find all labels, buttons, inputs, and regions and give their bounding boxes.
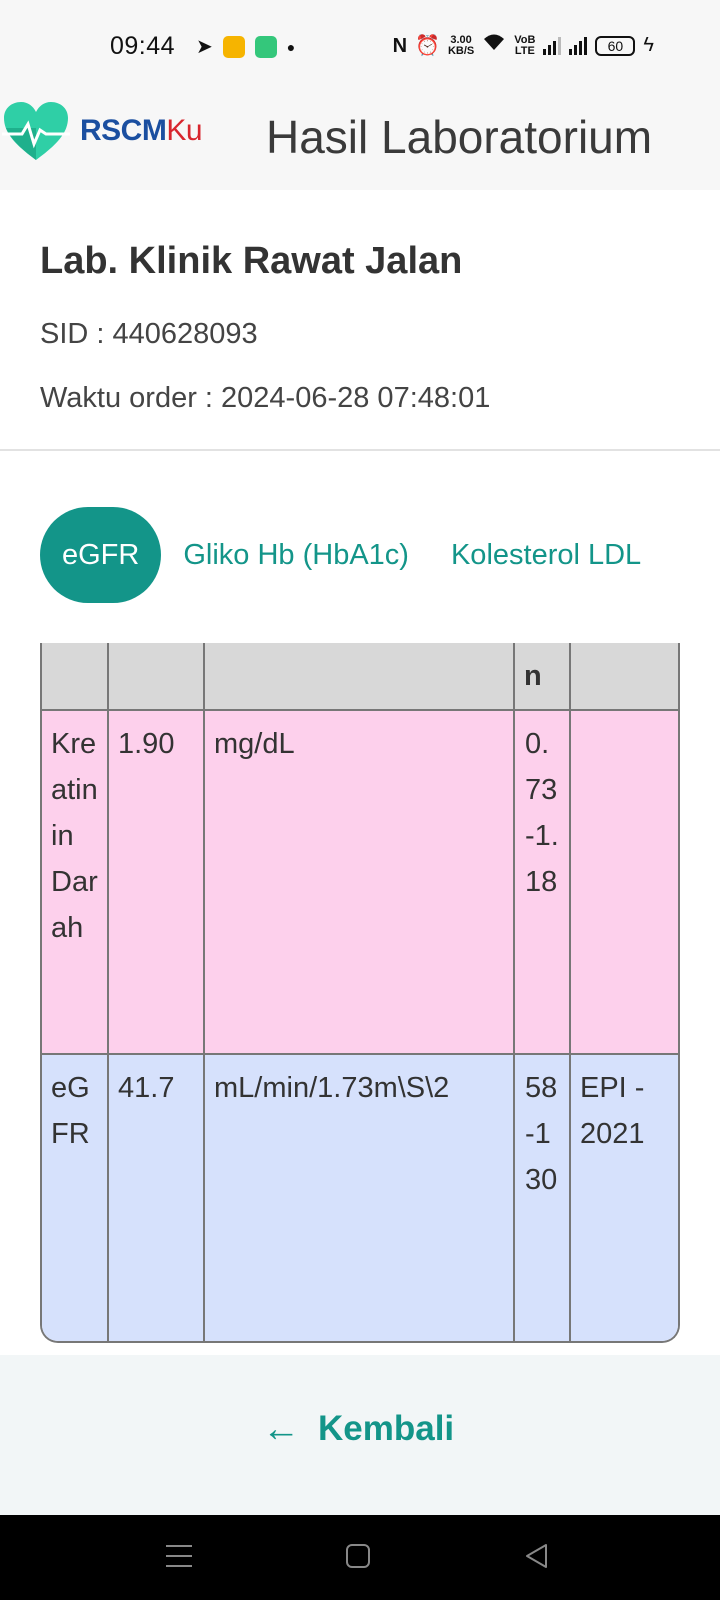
- volte-label-top: VoB: [514, 33, 536, 46]
- table-header-cell: [203, 643, 515, 711]
- nfc-icon: N: [392, 34, 408, 57]
- back-button[interactable]: ← Kembali: [262, 1409, 454, 1449]
- tab-egfr[interactable]: eGFR: [40, 507, 162, 603]
- table-row: Kreatinin Darah 1.90 mg/dL 0.73-1.18: [42, 709, 678, 1055]
- signal-icon: [543, 36, 562, 55]
- arrow-left-icon: ←: [262, 1408, 300, 1450]
- results-table[interactable]: n Kreatinin Darah 1.90 mg/dL 0.73-1.18 e…: [40, 643, 680, 1343]
- sample-id: SID : 440628093: [40, 318, 258, 350]
- alarm-icon: ⏰: [415, 34, 440, 57]
- result-value-cell: 41.7: [107, 1053, 205, 1341]
- method-cell: EPI - 2021: [569, 1053, 678, 1341]
- tab-hba1c[interactable]: Gliko Hb (HbA1c): [183, 539, 409, 572]
- result-value-cell: 1.90: [107, 709, 205, 1055]
- unit-cell: mL/min/1.73m\S\2: [203, 1053, 515, 1341]
- net-speed-value: 3.00: [450, 33, 472, 46]
- volte-label-bottom: LTE: [514, 44, 535, 57]
- table-header-row: n: [42, 643, 678, 711]
- volte-indicator: VoB LTE: [514, 33, 536, 57]
- reference-range-cell: 0.73-1.18: [513, 709, 571, 1055]
- unit-cell: mg/dL: [203, 709, 515, 1055]
- app-badge-icon: [222, 36, 245, 58]
- telegram-icon: ➤: [196, 36, 213, 58]
- status-right-icons: N ⏰ 3.00 KB/S VoB LTE 60 ϟ: [393, 32, 654, 59]
- status-bar: 09:44 ➤ ● N ⏰ 3.00 KB/S VoB LTE 60 ϟ: [0, 0, 720, 92]
- divider: [0, 449, 720, 451]
- battery-indicator: 60: [595, 35, 636, 56]
- test-tabs: eGFR Gliko Hb (HbA1c) Kolesterol LDL: [40, 507, 641, 603]
- heart-logo-icon: [2, 102, 70, 160]
- battery-saver-icon: [254, 36, 277, 58]
- recents-menu-icon[interactable]: [166, 1545, 192, 1567]
- method-cell: [569, 709, 678, 1055]
- lab-name: Lab. Klinik Rawat Jalan: [40, 240, 463, 282]
- charging-icon: ϟ: [643, 34, 654, 56]
- test-name-cell: Kreatinin Darah: [42, 709, 109, 1055]
- system-nav-bar: [0, 1515, 720, 1600]
- net-speed-unit: KB/S: [447, 44, 475, 57]
- table-header-cell: [107, 643, 205, 711]
- table-header-cell: [42, 643, 109, 711]
- logo-ku: Ku: [166, 114, 203, 147]
- status-left-icons: ➤ ●: [196, 34, 295, 60]
- home-icon[interactable]: [346, 1544, 370, 1568]
- table-row: eGFR 41.7 mL/min/1.73m\S\2 58-130 EPI - …: [42, 1053, 678, 1341]
- test-name-cell: eGFR: [42, 1053, 109, 1341]
- logo-rscm: RSCM: [80, 114, 167, 147]
- table-header-cell: [569, 643, 678, 711]
- status-time: 09:44: [110, 32, 176, 60]
- order-time: Waktu order : 2024-06-28 07:48:01: [40, 382, 491, 414]
- back-triangle-icon[interactable]: [522, 1542, 550, 1570]
- app-header: RSCMKu Hasil Laboratorium: [0, 92, 720, 190]
- wifi-icon: [482, 32, 506, 59]
- tab-ldl[interactable]: Kolesterol LDL: [451, 539, 641, 572]
- page-title: Hasil Laboratorium: [266, 111, 653, 163]
- net-speed: 3.00 KB/S: [447, 33, 475, 57]
- back-label: Kembali: [318, 1409, 455, 1448]
- table-header-cell: n: [513, 643, 571, 711]
- app-logo-text: RSCMKu: [80, 114, 203, 148]
- dot-icon: ●: [286, 39, 296, 55]
- reference-range-cell: 58-130: [513, 1053, 571, 1341]
- signal-icon: [569, 36, 588, 55]
